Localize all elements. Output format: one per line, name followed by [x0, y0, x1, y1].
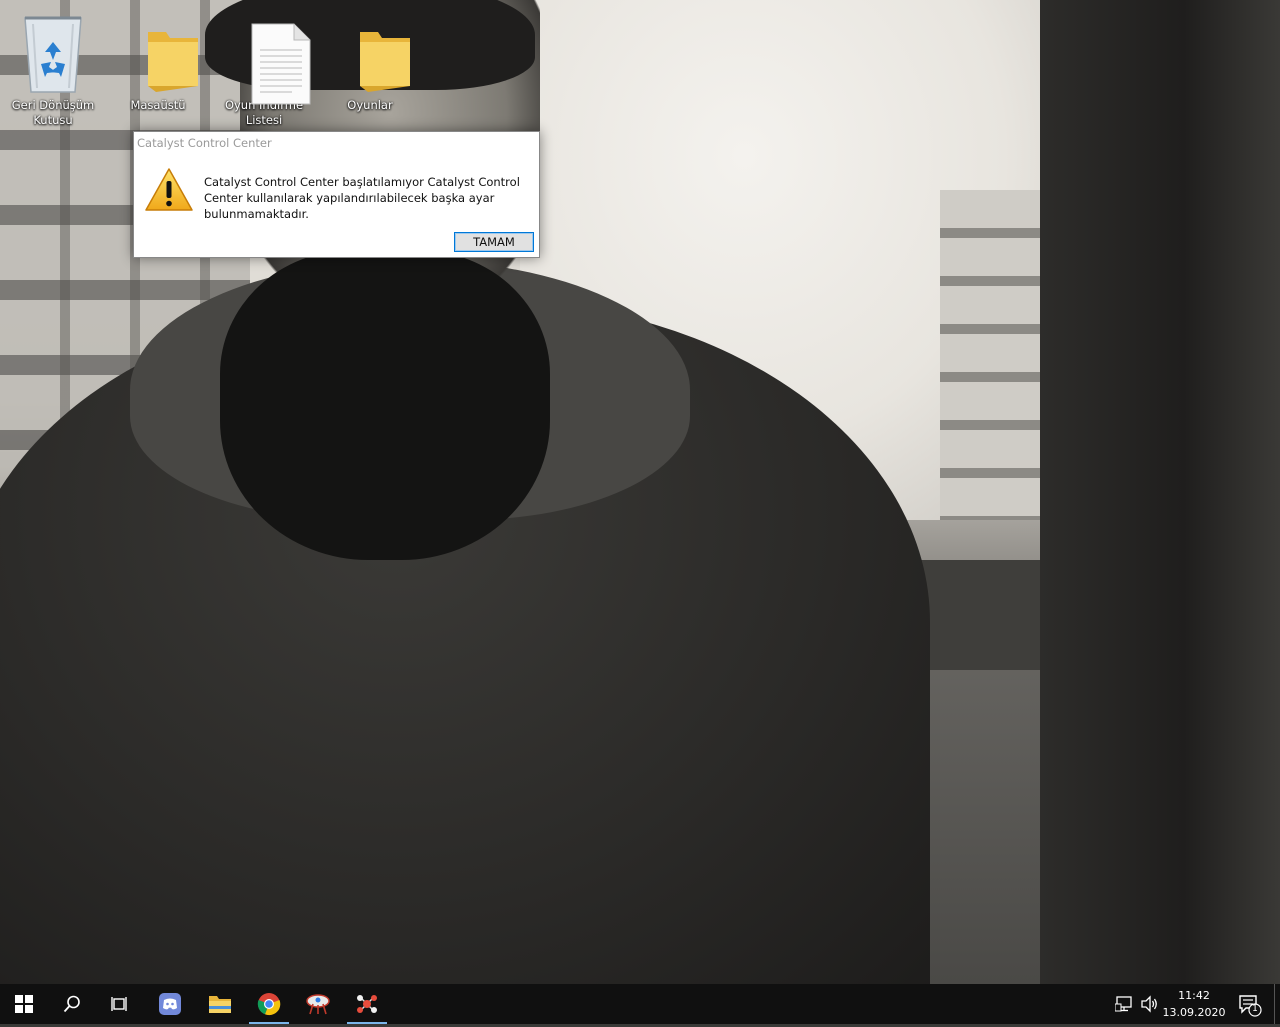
system-clock[interactable]: 11:42 13.09.2020: [1158, 987, 1230, 1021]
recycle-bin-icon: [24, 16, 82, 93]
chrome-icon: [257, 993, 281, 1016]
dialog-message: Catalyst Control Center başlatılamıyor C…: [204, 175, 520, 221]
volume-icon[interactable]: [1139, 994, 1159, 1014]
taskbar: 11:42 13.09.2020 1: [0, 984, 1280, 1024]
task-view-icon: [111, 997, 127, 1011]
molecule-app-icon: [357, 995, 377, 1013]
network-icon[interactable]: [1115, 994, 1135, 1014]
taskbar-discord[interactable]: [146, 984, 194, 1024]
taskbar-file-explorer[interactable]: [196, 984, 244, 1024]
search-icon: [63, 995, 80, 1013]
message-dialog: Catalyst Control Center Catalyst Control…: [133, 131, 540, 258]
dialog-body: Catalyst Control Center başlatılamıyor C…: [134, 158, 539, 232]
folder-icon: [209, 996, 231, 1013]
desktop-icon-label: Masaüstü: [130, 98, 186, 112]
clock-date: 13.09.2020: [1162, 1006, 1226, 1019]
dialog-title: Catalyst Control Center: [137, 136, 272, 150]
show-desktop-button[interactable]: [1274, 984, 1280, 1024]
discord-icon: [159, 993, 181, 1015]
desktop-icon-masaustu[interactable]: Masaüstü: [110, 10, 206, 113]
action-center-button[interactable]: 1: [1232, 984, 1270, 1024]
satellite-app-icon: [306, 994, 330, 1015]
task-view-button[interactable]: [96, 984, 144, 1024]
clock-time: 11:42: [1178, 989, 1210, 1002]
desktop-icon-recycle-bin[interactable]: Geri Dönüşüm Kutusu: [5, 10, 101, 128]
folder-icon: [360, 32, 410, 92]
ok-button[interactable]: TAMAM: [454, 232, 534, 252]
desktop-icon-label: Oyunlar: [347, 98, 393, 112]
text-document-icon: [251, 23, 311, 105]
windows-logo-icon: [15, 995, 33, 1013]
start-button[interactable]: [0, 984, 48, 1024]
desktop-icon-label: Geri Dönüşüm Kutusu: [11, 98, 95, 127]
desktop-icon-oyun-indirme-listesi[interactable]: Oyun İndirme Listesi: [216, 10, 312, 128]
search-button[interactable]: [48, 984, 96, 1024]
folder-icon: [148, 32, 198, 92]
desktop-icon-oyunlar[interactable]: Oyunlar: [322, 10, 418, 113]
taskbar-app-molecule[interactable]: [343, 984, 391, 1024]
notification-count-badge: 1: [1252, 1004, 1258, 1014]
taskbar-chrome[interactable]: [245, 984, 293, 1024]
taskbar-app-satellite[interactable]: [294, 984, 342, 1024]
warning-icon: [145, 168, 193, 211]
